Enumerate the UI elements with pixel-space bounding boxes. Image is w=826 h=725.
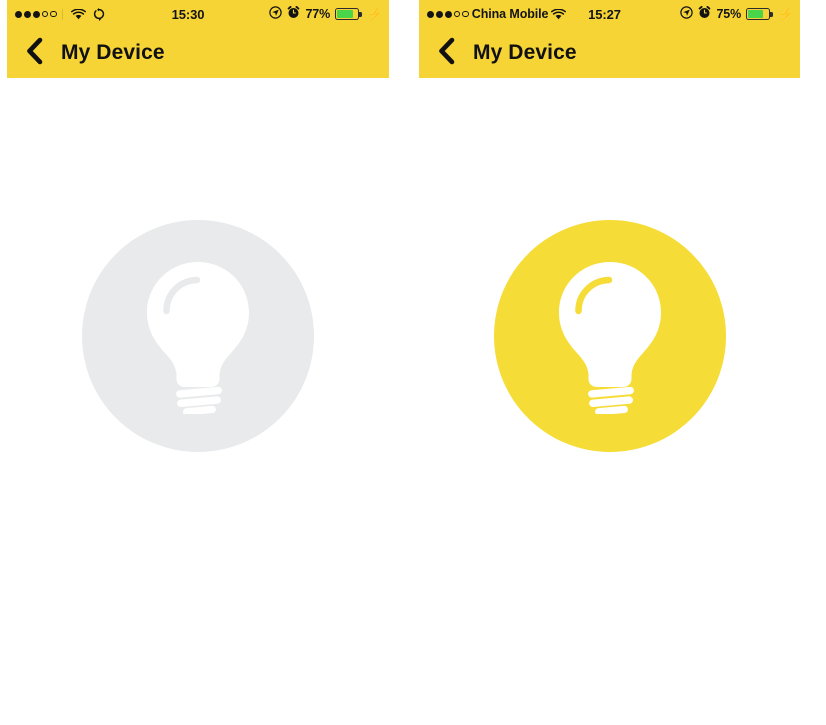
wifi-icon — [71, 8, 87, 20]
signal-dot-filled — [427, 10, 434, 18]
phone-screen-left: 15:30 77% ⚡ My Device — [7, 0, 389, 725]
signal-dot-filled — [15, 10, 22, 18]
screen-content — [7, 78, 389, 725]
bulb-toggle-area — [419, 220, 800, 452]
signal-dot-filled — [24, 10, 31, 18]
back-button[interactable] — [19, 36, 49, 70]
lightning-bolt-icon: ⚡ — [778, 7, 793, 21]
signal-dot-empty — [454, 10, 461, 18]
location-arrow-icon — [680, 6, 694, 22]
light-bulb-icon — [147, 262, 249, 414]
wifi-icon — [551, 8, 567, 20]
chevron-left-icon — [437, 37, 456, 70]
location-arrow-icon — [269, 6, 283, 22]
signal-dot-filled — [436, 10, 443, 18]
signal-dot-empty — [462, 10, 469, 18]
bulb-toggle-area — [7, 220, 389, 452]
battery-icon — [335, 8, 362, 20]
signal-dot-filled — [445, 10, 452, 18]
status-bar-right-group: 77% ⚡ — [269, 5, 389, 22]
sync-rotate-icon — [93, 7, 105, 21]
status-bar: China Mobile 15:27 75% ⚡ — [419, 0, 800, 28]
battery-icon — [746, 8, 773, 20]
phone-screen-right: China Mobile 15:27 75% ⚡ My Device — [419, 0, 800, 725]
signal-dot-empty — [50, 10, 57, 18]
alarm-clock-icon — [287, 5, 300, 22]
lightning-bolt-icon: ⚡ — [367, 7, 382, 21]
navigation-bar: My Device — [419, 28, 800, 78]
status-bar-right-group: 75% ⚡ — [680, 5, 800, 22]
page-title: My Device — [473, 41, 577, 64]
battery-percent-label: 77% — [305, 7, 331, 21]
screen-content — [419, 78, 800, 725]
signal-dot-empty — [42, 10, 49, 18]
chevron-left-icon — [25, 37, 44, 70]
battery-percent-label: 75% — [716, 7, 742, 21]
signal-strength-dots — [15, 10, 57, 18]
light-bulb-icon — [558, 262, 661, 414]
page-title: My Device — [61, 41, 165, 64]
back-button[interactable] — [431, 36, 461, 70]
status-bar: 15:30 77% ⚡ — [7, 0, 389, 28]
status-bar-left-group: China Mobile — [419, 7, 567, 21]
signal-dot-filled — [33, 10, 40, 18]
carrier-label: China Mobile — [471, 7, 549, 21]
status-bar-left-group — [7, 7, 105, 21]
signal-strength-dots — [427, 10, 469, 18]
navigation-bar: My Device — [7, 28, 389, 78]
light-bulb-toggle-on[interactable] — [493, 220, 726, 452]
light-bulb-toggle-off[interactable] — [82, 220, 314, 452]
alarm-clock-icon — [698, 5, 711, 22]
status-divider — [61, 8, 64, 20]
